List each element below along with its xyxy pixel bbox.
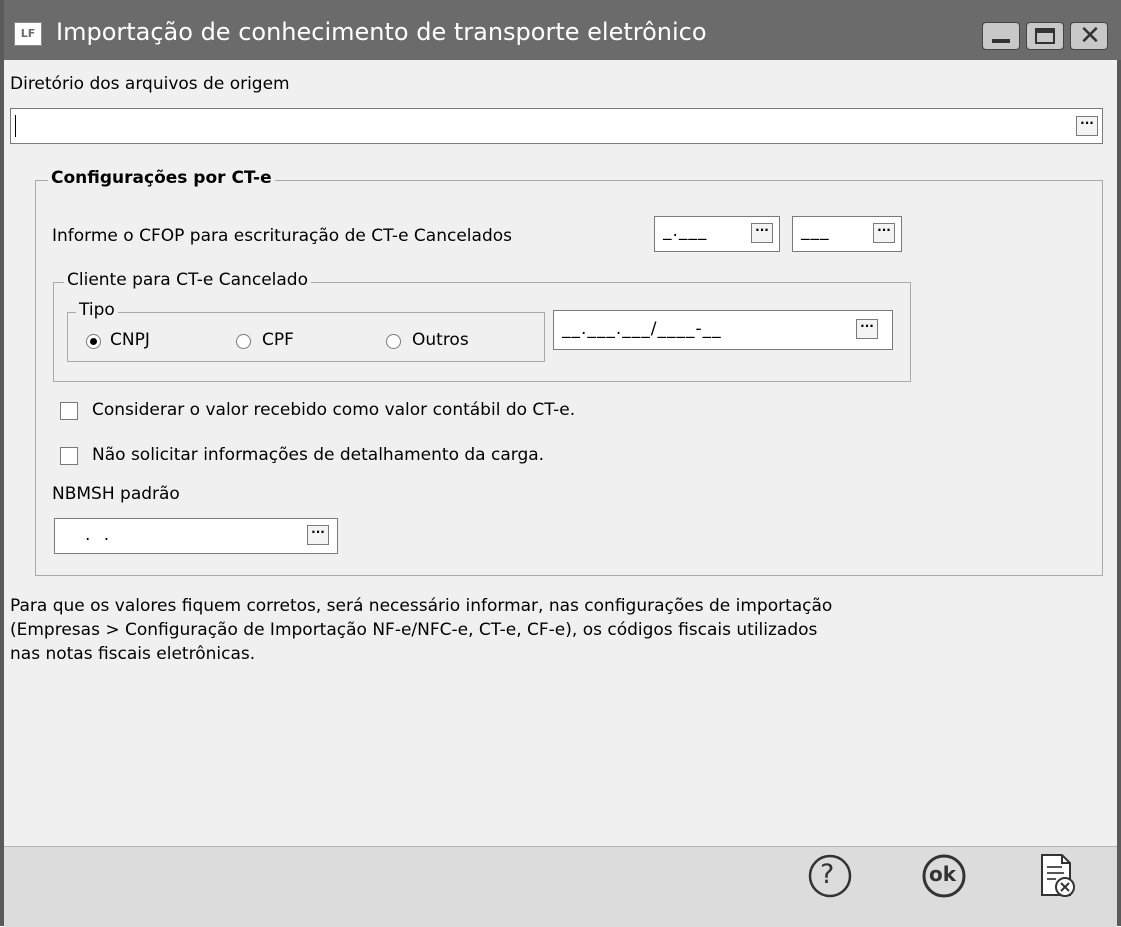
checkbox-detalhamento-carga-label[interactable]: Não solicitar informações de detalhament… <box>92 445 544 465</box>
cfop-input-2[interactable]: ___ ··· <box>792 216 902 252</box>
ok-glyph: ok <box>929 862 957 886</box>
cancel-document-icon <box>1041 854 1075 897</box>
bottom-toolbar: ? ok <box>4 846 1117 927</box>
cfop-input-1[interactable]: _.___ ··· <box>654 216 780 252</box>
checkbox-valor-contabil[interactable] <box>60 402 78 420</box>
radio-cnpj[interactable] <box>86 334 101 349</box>
cancel-button[interactable] <box>1028 847 1084 903</box>
app-icon: LF <box>14 22 42 46</box>
ok-button[interactable]: ok <box>916 847 972 903</box>
radio-cpf-label[interactable]: CPF <box>262 330 294 350</box>
source-dir-input[interactable]: ··· <box>10 108 1103 144</box>
cfop-label: Informe o CFOP para escrituração de CT-e… <box>52 226 512 246</box>
maximize-button[interactable] <box>1026 22 1064 50</box>
info-text-line-2: (Empresas > Configuração de Importação N… <box>10 620 818 640</box>
radio-selected-dot <box>90 338 97 345</box>
client-lookup-button[interactable]: ··· <box>856 319 878 339</box>
close-icon: ✕ <box>1079 21 1101 51</box>
radio-outros-label[interactable]: Outros <box>412 330 469 350</box>
cfop-mask-2: ___ <box>801 221 830 241</box>
checkbox-valor-contabil-label[interactable]: Considerar o valor recebido como valor c… <box>92 400 575 420</box>
nbmsh-label: NBMSH padrão <box>52 484 180 504</box>
minimize-button[interactable] <box>982 22 1020 50</box>
cfop-lookup-button-2[interactable]: ··· <box>873 223 895 243</box>
source-dir-label: Diretório dos arquivos de origem <box>10 74 290 94</box>
tipo-group-title: Tipo <box>76 300 118 320</box>
cfop-mask-1: _.___ <box>663 221 708 241</box>
client-document-input[interactable]: __.___.___/____-__ ··· <box>553 310 893 350</box>
info-text-line-1: Para que os valores fiquem corretos, ser… <box>10 596 833 616</box>
cfop-lookup-button-1[interactable]: ··· <box>751 223 773 243</box>
text-caret <box>15 115 16 137</box>
radio-cpf[interactable] <box>236 334 251 349</box>
minimize-icon <box>992 39 1010 43</box>
checkbox-detalhamento-carga[interactable] <box>60 447 78 465</box>
radio-cnpj-label[interactable]: CNPJ <box>110 330 150 350</box>
close-button[interactable]: ✕ <box>1070 21 1108 51</box>
client-group-title: Cliente para CT-e Cancelado <box>64 270 311 290</box>
client-document-mask: __.___.___/____-__ <box>562 319 722 339</box>
title-bar[interactable]: LF Importação de conhecimento de transpo… <box>4 0 1121 60</box>
config-group-title: Configurações por CT-e <box>48 168 275 188</box>
window-title: Importação de conhecimento de transporte… <box>56 18 707 46</box>
nbmsh-input[interactable]: . . ··· <box>54 518 338 554</box>
info-text-line-3: nas notas fiscais eletrônicas. <box>10 644 256 664</box>
nbmsh-mask: . . <box>85 525 114 545</box>
radio-outros[interactable] <box>386 334 401 349</box>
dialog-window: LF Importação de conhecimento de transpo… <box>0 0 1121 926</box>
maximize-icon <box>1035 28 1055 44</box>
nbmsh-lookup-button[interactable]: ··· <box>307 525 329 545</box>
help-button[interactable]: ? <box>802 847 858 903</box>
browse-dir-button[interactable]: ··· <box>1076 116 1098 136</box>
help-glyph: ? <box>820 859 835 890</box>
